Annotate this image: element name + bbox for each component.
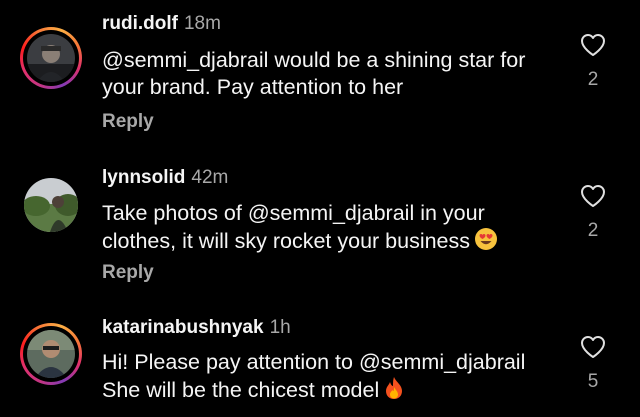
heart-eyes-emoji-icon [474,227,498,258]
avatar[interactable] [20,323,82,385]
comment-meta: lynnsolid 42m [102,167,228,189]
comment-text: Take photos of @semmi_djabrail in your c… [102,200,572,258]
avatar[interactable] [20,174,82,236]
like-control: 2 [578,184,608,242]
comment-text-line: clothes, it will sky rocket your busines… [102,227,572,258]
comment-text: Hi! Please pay attention to @semmi_djabr… [102,349,572,407]
comment-item: lynnsolid 42m Take photos of @semmi_djabr… [0,150,640,290]
username[interactable]: rudi.dolf [102,13,178,34]
avatar-image [24,178,78,232]
heart-icon[interactable] [580,184,606,208]
timestamp: 1h [269,317,291,338]
comment-meta: rudi.dolf 18m [102,13,221,35]
comment-meta: katarinabushnyak 1h [102,317,291,339]
username[interactable]: katarinabushnyak [102,317,264,338]
like-control: 5 [578,335,608,393]
like-count: 2 [587,69,599,90]
comment-text-line: Hi! Please pay attention to @semmi_djabr… [102,350,526,374]
comment-text-line: Take photos of @semmi_djabrail in your [102,201,485,225]
comment-text-line: She will be the chicest model [102,376,572,407]
username[interactable]: lynnsolid [102,167,185,188]
heart-icon[interactable] [580,335,606,359]
like-control: 2 [578,33,608,91]
comment-item: katarinabushnyak 1h Hi! Please pay attent… [0,300,640,417]
comment-text: @semmi_djabrail would be a shining star … [102,47,572,101]
timestamp: 42m [191,167,229,188]
comment-text-line: @semmi_djabrail would be a shining star … [102,48,526,72]
like-count: 2 [587,220,599,241]
avatar-image [27,34,75,82]
timestamp: 18m [183,13,221,34]
reply-button[interactable]: Reply [102,111,154,133]
comment-text-segment: She will be the chicest model [102,378,380,402]
avatar[interactable] [20,27,82,89]
reply-button[interactable]: Reply [102,262,154,284]
comment-text-segment: clothes, it will sky rocket your busines… [102,229,471,253]
avatar-image [27,330,75,378]
comment-item: rudi.dolf 18m @semmi_djabrail would be a … [0,0,640,140]
comment-text-line: your brand. Pay attention to her [102,75,404,99]
heart-icon[interactable] [580,33,606,57]
like-count: 5 [587,371,599,392]
fire-emoji-icon [383,376,405,407]
